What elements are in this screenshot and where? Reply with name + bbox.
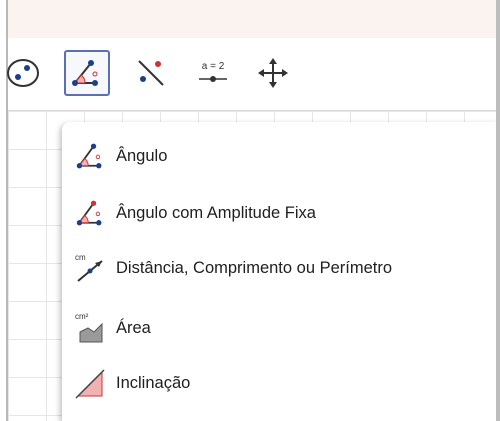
title-bar (8, 0, 500, 38)
distance-icon-label: cm (75, 253, 86, 262)
menu-item-label: Ângulo (116, 146, 168, 165)
angle-icon (76, 143, 102, 169)
move-graphics-tool-button[interactable] (250, 50, 296, 96)
area-icon-label: cm² (75, 312, 89, 321)
distance-icon: cm (75, 253, 103, 282)
menu-item-label: Distância, Comprimento ou Perímetro (116, 258, 393, 277)
menu-item-distance[interactable]: cm Distância, Comprimento ou Perímetro (70, 248, 498, 288)
menu-item-slope[interactable]: Inclinação (70, 363, 498, 403)
move-graphics-view-icon (258, 58, 288, 88)
perpendicular-line-icon (138, 60, 164, 86)
window-border-right (496, 0, 500, 421)
slope-icon (75, 369, 105, 399)
slider-icon-label: a = 2 (202, 61, 225, 72)
slider-tool-button[interactable]: a = 2 (190, 50, 236, 96)
menu-item-label: Área (116, 318, 151, 337)
angle-tool-button[interactable] (64, 50, 110, 96)
menu-item-label: Ângulo com Amplitude Fixa (116, 203, 316, 222)
menu-item-label: Inclinação (116, 373, 191, 392)
angle-icon (72, 60, 98, 86)
circle-through-points-icon (7, 59, 39, 87)
angle-tools-submenu: Ângulo Ângulo com Amplitude Fixa cm Dist… (62, 122, 500, 421)
slider-icon: a = 2 (199, 61, 227, 82)
angle-fixed-size-icon (76, 200, 102, 226)
menu-item-angle-fixed-size[interactable]: Ângulo com Amplitude Fixa (70, 193, 498, 233)
app-window: a = 2 Ângulo Ângulo com Amplitude Fixa c… (0, 0, 500, 421)
circle-tool-button[interactable] (0, 50, 44, 96)
area-icon: cm² (75, 312, 103, 343)
menu-item-area[interactable]: cm² Área (70, 308, 498, 348)
line-tool-button[interactable] (128, 50, 174, 96)
menu-item-angle[interactable]: Ângulo (70, 136, 498, 176)
